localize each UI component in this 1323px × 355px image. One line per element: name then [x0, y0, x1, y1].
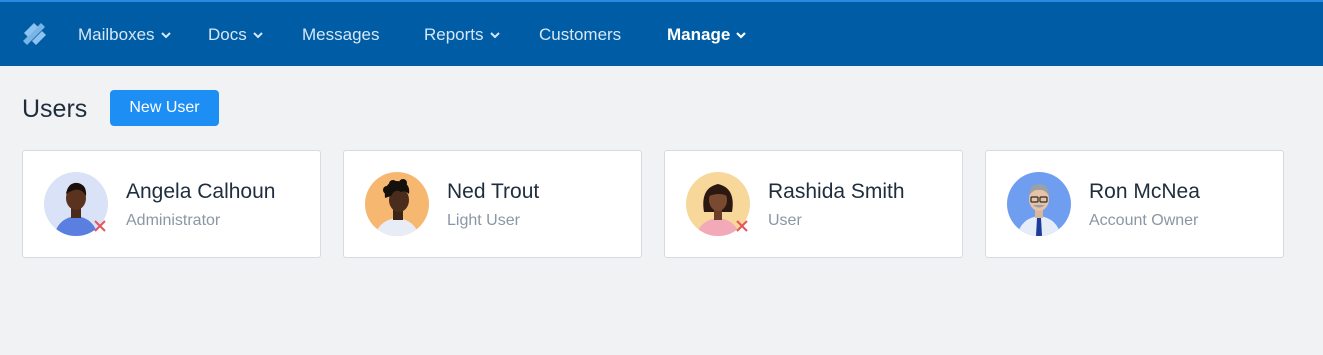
user-card[interactable]: Rashida Smith User: [664, 150, 963, 258]
chevron-down-icon: [489, 32, 500, 39]
nav-customers[interactable]: Customers: [539, 24, 621, 46]
user-card[interactable]: Ned Trout Light User: [343, 150, 642, 258]
nav-mailboxes[interactable]: Mailboxes: [78, 24, 172, 46]
new-user-button[interactable]: New User: [110, 90, 219, 126]
user-name: Ned Trout: [447, 180, 540, 203]
x-icon: [736, 220, 748, 232]
x-icon: [94, 220, 106, 232]
nav-messages-label: Messages: [302, 25, 380, 44]
helpscout-logo-icon[interactable]: [20, 19, 50, 49]
chevron-down-icon: [253, 32, 263, 39]
user-name: Ron McNea: [1089, 180, 1200, 203]
nav-docs-label: Docs: [208, 25, 247, 44]
top-navigation-bar: Mailboxes Docs Messages Reports Customer…: [0, 0, 1323, 66]
nav-manage[interactable]: Manage: [667, 24, 747, 46]
nav-docs[interactable]: Docs: [208, 24, 264, 46]
nav-reports-label: Reports: [424, 25, 484, 44]
nav-mailboxes-label: Mailboxes: [78, 25, 155, 44]
page-title: Users: [22, 95, 88, 123]
avatar: [1007, 172, 1071, 236]
user-role: Account Owner: [1089, 212, 1199, 229]
chevron-down-icon: [736, 32, 747, 39]
nav-messages[interactable]: Messages: [302, 24, 379, 46]
nav-manage-label: Manage: [667, 25, 731, 44]
nav-reports[interactable]: Reports: [424, 24, 501, 46]
user-card[interactable]: Angela Calhoun Administrator: [22, 150, 321, 258]
nav-customers-label: Customers: [539, 25, 622, 44]
user-role: User: [768, 212, 802, 229]
user-role: Light User: [447, 212, 520, 229]
chevron-down-icon: [160, 32, 171, 39]
avatar: [365, 172, 429, 236]
user-card[interactable]: Ron McNea Account Owner: [985, 150, 1284, 258]
user-name: Rashida Smith: [768, 180, 905, 203]
user-role: Administrator: [126, 212, 221, 229]
user-name: Angela Calhoun: [126, 180, 276, 203]
